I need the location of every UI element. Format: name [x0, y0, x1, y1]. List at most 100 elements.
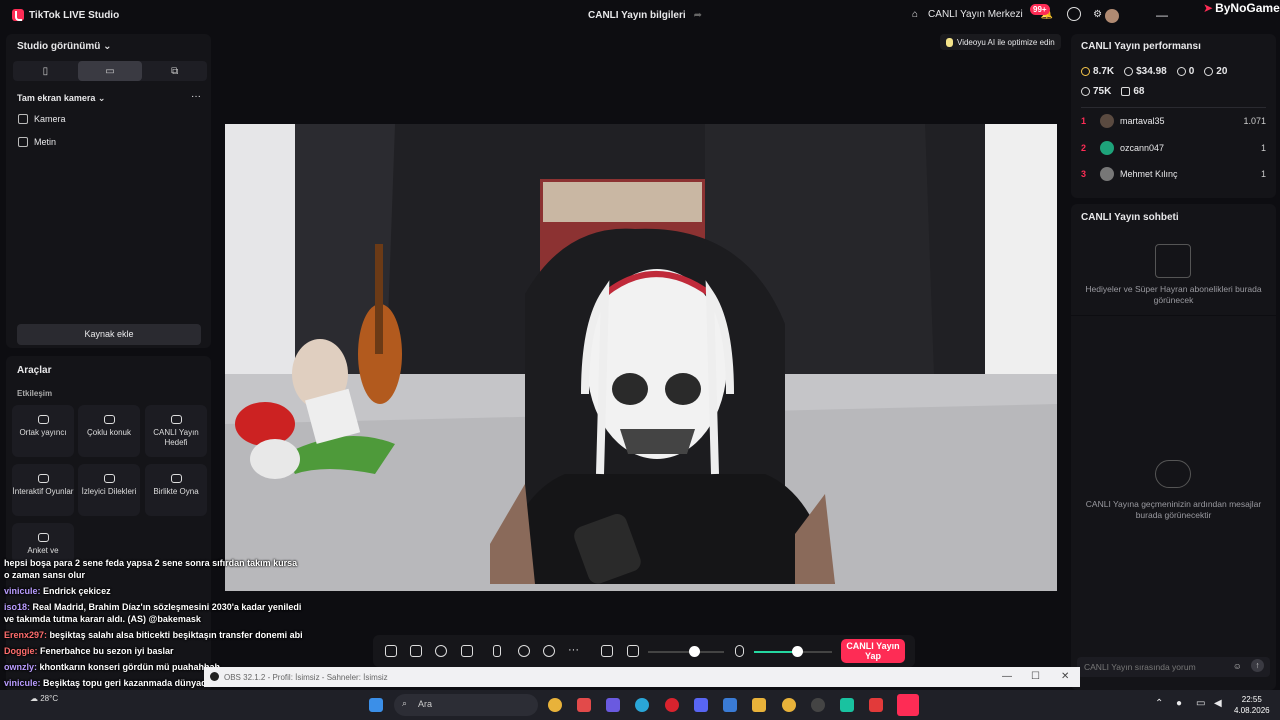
youtube-icon[interactable]	[869, 698, 883, 712]
network-icon[interactable]: ▭	[1196, 698, 1205, 709]
performance-title: CANLI Yayın performansı	[1081, 41, 1201, 52]
tool-play-together[interactable]: Birlikte Oyna	[145, 464, 207, 516]
watermark: ➤ ByNoGame	[1203, 1, 1280, 15]
tool-label: İzleyici Dilekleri	[81, 487, 137, 496]
magic-icon[interactable]	[385, 645, 397, 657]
live-center-link[interactable]: CANLI Yayın Merkezi	[928, 9, 1023, 20]
scene-label: Tam ekran kamera	[17, 93, 96, 103]
comment-input[interactable]: CANLI Yayın sırasında yorum ☺ ↑	[1077, 657, 1270, 677]
portrait-button[interactable]: ▯	[13, 61, 78, 81]
volume-icon[interactable]: ◀	[1214, 698, 1222, 709]
username: Doggie:	[4, 646, 38, 656]
maximize-button[interactable]: ☐	[1031, 671, 1040, 682]
minimize-button[interactable]: —	[1156, 8, 1168, 22]
volume-slider-track[interactable]	[648, 651, 724, 653]
landscape-button[interactable]: ▭	[77, 61, 143, 81]
gear-icon[interactable]: ⚙	[1093, 9, 1102, 20]
minimize-button[interactable]: —	[1002, 671, 1012, 682]
stat-value: 0	[1188, 66, 1195, 77]
stat-value: $34.98	[1136, 66, 1167, 77]
tool-live-goal[interactable]: CANLI Yayın Hedefi	[145, 405, 207, 457]
avatar	[1100, 141, 1114, 155]
teams-icon[interactable]	[606, 698, 620, 712]
top-gifter-row[interactable]: 2 ozcann047 1	[1081, 139, 1266, 157]
share-icon: ➦	[693, 10, 703, 21]
bynogame-logo-icon: ➤	[1203, 1, 1214, 15]
studio-view-label: Studio görünümü	[17, 41, 101, 52]
help-icon[interactable]	[1067, 7, 1082, 21]
top-gifter-row[interactable]: 3 Mehmet Kılınç 1	[1081, 165, 1266, 183]
close-button[interactable]: ✕	[1061, 671, 1069, 682]
text-icon	[18, 137, 28, 147]
mail-icon[interactable]	[723, 698, 737, 712]
tool-viewer-wishes[interactable]: İzleyici Dilekleri	[78, 464, 140, 516]
weather-icon: ☁	[30, 694, 38, 703]
source-item-text[interactable]: Metin	[18, 137, 56, 147]
add-source-button[interactable]: Kaynak ekle	[17, 324, 201, 345]
stat-viewers: 0	[1176, 66, 1195, 77]
edge-icon[interactable]	[635, 698, 649, 712]
ai-optimize-button[interactable]: Videoyu AI ile optimize edin	[940, 34, 1061, 50]
gifter-value: 1.071	[1243, 116, 1266, 126]
avatar[interactable]	[1105, 9, 1119, 23]
weather-widget[interactable]: ☁ 28°C	[30, 694, 58, 703]
taskbar-search[interactable]: ⌕ Ara	[394, 694, 538, 716]
chevron-up-icon[interactable]: ⌃	[1155, 698, 1163, 709]
more-icon[interactable]: ···	[191, 91, 201, 102]
ai-icon[interactable]	[435, 645, 447, 657]
source-label: Metin	[34, 137, 57, 147]
camera-switch-icon[interactable]	[543, 645, 555, 657]
tool-interactive-games[interactable]: İnteraktif Oyunlar	[12, 464, 74, 516]
chrome-icon[interactable]	[782, 698, 796, 712]
settings-sliders-icon[interactable]	[601, 645, 613, 657]
username: vinicule:	[4, 678, 41, 688]
rotate-button[interactable]: ⧉	[142, 61, 207, 81]
opera-icon[interactable]	[665, 698, 679, 712]
followers-icon	[1204, 67, 1214, 76]
divider	[1071, 315, 1276, 316]
live-info-button[interactable]: CANLI Yayın bilgileri ➦	[588, 10, 702, 21]
send-icon[interactable]: ↑	[1251, 659, 1264, 672]
phone-icon[interactable]	[493, 645, 501, 657]
discord-icon[interactable]	[694, 698, 708, 712]
message-text: Real Madrid, Brahim Díaz'ın sözleşmesini…	[4, 602, 302, 624]
stat-gifts: 68	[1121, 86, 1144, 97]
obs-icon[interactable]	[811, 698, 825, 712]
record-icon[interactable]	[518, 645, 530, 657]
mic-slider-knob[interactable]	[791, 646, 803, 657]
more-icon[interactable]: ···	[568, 644, 579, 656]
target-icon	[170, 415, 182, 424]
speaker-icon[interactable]	[627, 645, 639, 657]
studio-view-dropdown[interactable]: Studio görünümü ⌄	[17, 41, 112, 52]
tool-label: İnteraktif Oyunlar	[12, 487, 74, 496]
start-icon[interactable]	[369, 698, 383, 712]
tool-cohost[interactable]: Ortak yayıncı	[12, 405, 74, 457]
mic-icon[interactable]	[735, 645, 744, 657]
dollar-icon	[1124, 67, 1134, 76]
app-icon[interactable]	[840, 698, 854, 712]
source-item-camera[interactable]: Kamera	[18, 114, 66, 124]
tiktok-live-icon[interactable]	[897, 694, 919, 716]
emoji-icon[interactable]: ☺	[1233, 661, 1242, 671]
obs-window-titlebar[interactable]: OBS 32.1.2 - Profil: İsimsiz - Sahneler:…	[204, 667, 1080, 687]
app-icon[interactable]	[577, 698, 591, 712]
gift-box-icon	[1155, 244, 1191, 278]
top-gifter-row[interactable]: 1 martaval35 1.071	[1081, 112, 1266, 130]
stream-control-bar: ···	[373, 635, 915, 667]
volume-slider-knob[interactable]	[688, 646, 700, 657]
chrome-icon[interactable]	[548, 698, 562, 712]
mic-tray-icon[interactable]: ●	[1176, 698, 1182, 709]
clock[interactable]: 22:55 4.08.2026	[1234, 694, 1270, 716]
screen-share-icon[interactable]	[410, 645, 422, 657]
studio-view-panel: Studio görünümü ⌄ ▯ ▭ ⧉ Tam ekran kamera…	[6, 34, 211, 348]
scene-dropdown[interactable]: Tam ekran kamera ⌄	[17, 93, 105, 104]
chevron-down-icon: ⌄	[103, 41, 112, 52]
add-media-icon[interactable]	[461, 645, 473, 657]
gifts-empty-text: Hediyeler ve Süper Hayran abonelikleri b…	[1085, 284, 1262, 305]
go-live-button[interactable]: CANLI Yayın Yap	[841, 639, 905, 663]
stat-likes: 75K	[1081, 86, 1111, 97]
tool-multiguest[interactable]: Çoklu konuk	[78, 405, 140, 457]
folder-icon[interactable]	[752, 698, 766, 712]
camera-icon	[18, 114, 28, 124]
app-brand: TikTok LIVE Studio	[12, 9, 119, 21]
